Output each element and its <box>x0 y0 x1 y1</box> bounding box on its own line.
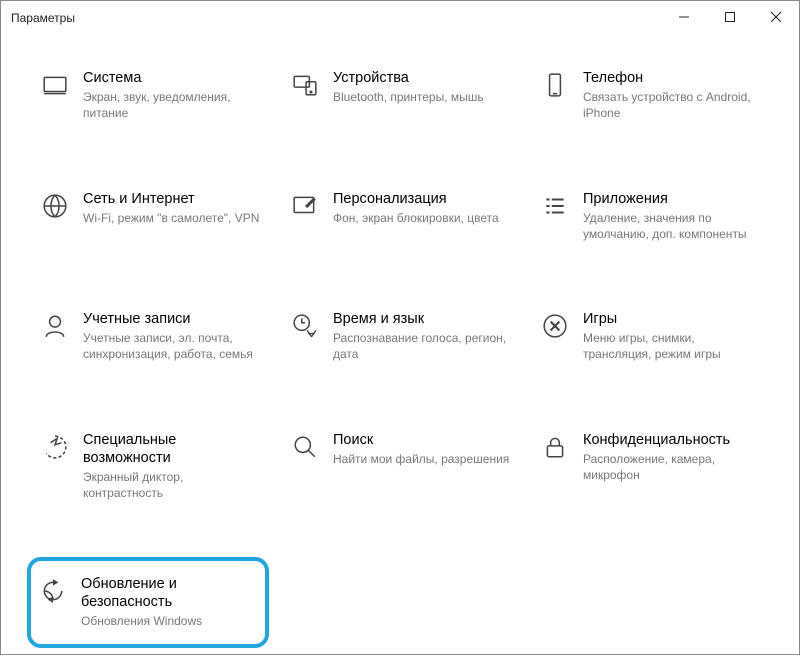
gaming-icon <box>541 312 569 340</box>
tile-apps[interactable]: Приложения Удаление, значения по умолчан… <box>537 184 769 249</box>
tile-title: Обновление и безопасность <box>81 575 255 611</box>
devices-icon <box>291 71 319 99</box>
titlebar: Параметры <box>1 1 799 33</box>
tile-desc: Фон, экран блокировки, цвета <box>333 210 515 226</box>
settings-grid: Система Экран, звук, уведомления, питани… <box>37 63 769 648</box>
maximize-button[interactable] <box>707 1 753 33</box>
tile-desc: Расположение, камера, микрофон <box>583 451 765 483</box>
settings-content: Система Экран, звук, уведомления, питани… <box>1 33 799 668</box>
tile-title: Система <box>83 69 265 87</box>
tile-desc: Обновления Windows <box>81 613 255 629</box>
accounts-icon <box>41 312 69 340</box>
update-icon <box>39 577 67 605</box>
tile-devices[interactable]: Устройства Bluetooth, принтеры, мышь <box>287 63 519 128</box>
tile-title: Приложения <box>583 190 765 208</box>
minimize-button[interactable] <box>661 1 707 33</box>
window-title: Параметры <box>11 9 75 25</box>
tile-search[interactable]: Поиск Найти мои файлы, разрешения <box>287 425 519 508</box>
tile-title: Игры <box>583 310 765 328</box>
tile-desc: Найти мои файлы, разрешения <box>333 451 515 467</box>
tile-desc: Учетные записи, эл. почта, синхронизация… <box>83 330 265 362</box>
tile-title: Поиск <box>333 431 515 449</box>
phone-icon <box>541 71 569 99</box>
tile-title: Сеть и Интернет <box>83 190 265 208</box>
tile-title: Учетные записи <box>83 310 265 328</box>
tile-personalization[interactable]: Персонализация Фон, экран блокировки, цв… <box>287 184 519 249</box>
tile-desc: Bluetooth, принтеры, мышь <box>333 89 515 105</box>
tile-desc: Меню игры, снимки, трансляция, режим игр… <box>583 330 765 362</box>
tile-phone[interactable]: Телефон Связать устройство с Android, iP… <box>537 63 769 128</box>
apps-icon <box>541 192 569 220</box>
tile-title: Телефон <box>583 69 765 87</box>
window-controls <box>661 1 799 33</box>
tile-title: Время и язык <box>333 310 515 328</box>
time-language-icon <box>291 312 319 340</box>
tile-ease-of-access[interactable]: Специальные возможности Экранный диктор,… <box>37 425 269 508</box>
tile-desc: Экран, звук, уведомления, питание <box>83 89 265 121</box>
tile-update-security[interactable]: Обновление и безопасность Обновления Win… <box>27 557 269 647</box>
tile-title: Конфиденциальность <box>583 431 765 449</box>
tile-network[interactable]: Сеть и Интернет Wi-Fi, режим "в самолете… <box>37 184 269 249</box>
tile-desc: Распознавание голоса, регион, дата <box>333 330 515 362</box>
tile-desc: Связать устройство с Android, iPhone <box>583 89 765 121</box>
ease-of-access-icon <box>41 433 69 461</box>
tile-desc: Экранный диктор, контрастность <box>83 469 265 501</box>
tile-system[interactable]: Система Экран, звук, уведомления, питани… <box>37 63 269 128</box>
tile-privacy[interactable]: Конфиденциальность Расположение, камера,… <box>537 425 769 508</box>
personalization-icon <box>291 192 319 220</box>
search-icon <box>291 433 319 461</box>
tile-time-language[interactable]: Время и язык Распознавание голоса, регио… <box>287 304 519 369</box>
privacy-icon <box>541 433 569 461</box>
tile-title: Персонализация <box>333 190 515 208</box>
tile-desc: Wi-Fi, режим "в самолете", VPN <box>83 210 265 226</box>
tile-desc: Удаление, значения по умолчанию, доп. ко… <box>583 210 765 242</box>
tile-accounts[interactable]: Учетные записи Учетные записи, эл. почта… <box>37 304 269 369</box>
system-icon <box>41 71 69 99</box>
settings-window: Параметры Система Экран, звук, уведо <box>0 0 800 655</box>
tile-title: Устройства <box>333 69 515 87</box>
close-button[interactable] <box>753 1 799 33</box>
globe-icon <box>41 192 69 220</box>
tile-gaming[interactable]: Игры Меню игры, снимки, трансляция, режи… <box>537 304 769 369</box>
tile-title: Специальные возможности <box>83 431 265 467</box>
